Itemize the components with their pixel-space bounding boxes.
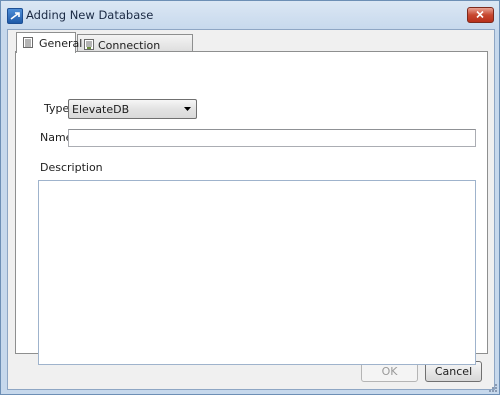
general-tab-icon	[23, 37, 33, 48]
connection-tab-icon	[84, 39, 94, 50]
type-label: Type	[44, 102, 70, 115]
dialog-window: Adding New Database General Connection P…	[0, 0, 500, 395]
window-title: Adding New Database	[26, 8, 154, 22]
close-button[interactable]	[467, 7, 494, 23]
description-label: Description	[40, 161, 103, 174]
dialog-body: General Connection Properties Type Eleva…	[7, 29, 495, 390]
type-select-value: ElevateDB	[72, 103, 130, 116]
resize-grip-icon[interactable]	[487, 382, 497, 392]
title-bar[interactable]: Adding New Database	[1, 1, 499, 29]
tab-general-label: General	[39, 37, 83, 50]
general-panel: Type ElevateDB Name Description	[15, 51, 488, 365]
tab-general[interactable]: General	[16, 32, 82, 53]
name-input[interactable]	[68, 129, 476, 147]
close-icon	[476, 11, 484, 18]
type-select[interactable]: ElevateDB	[68, 99, 197, 119]
description-textarea[interactable]	[38, 180, 476, 365]
app-icon	[7, 8, 23, 24]
chevron-down-icon	[184, 107, 191, 111]
